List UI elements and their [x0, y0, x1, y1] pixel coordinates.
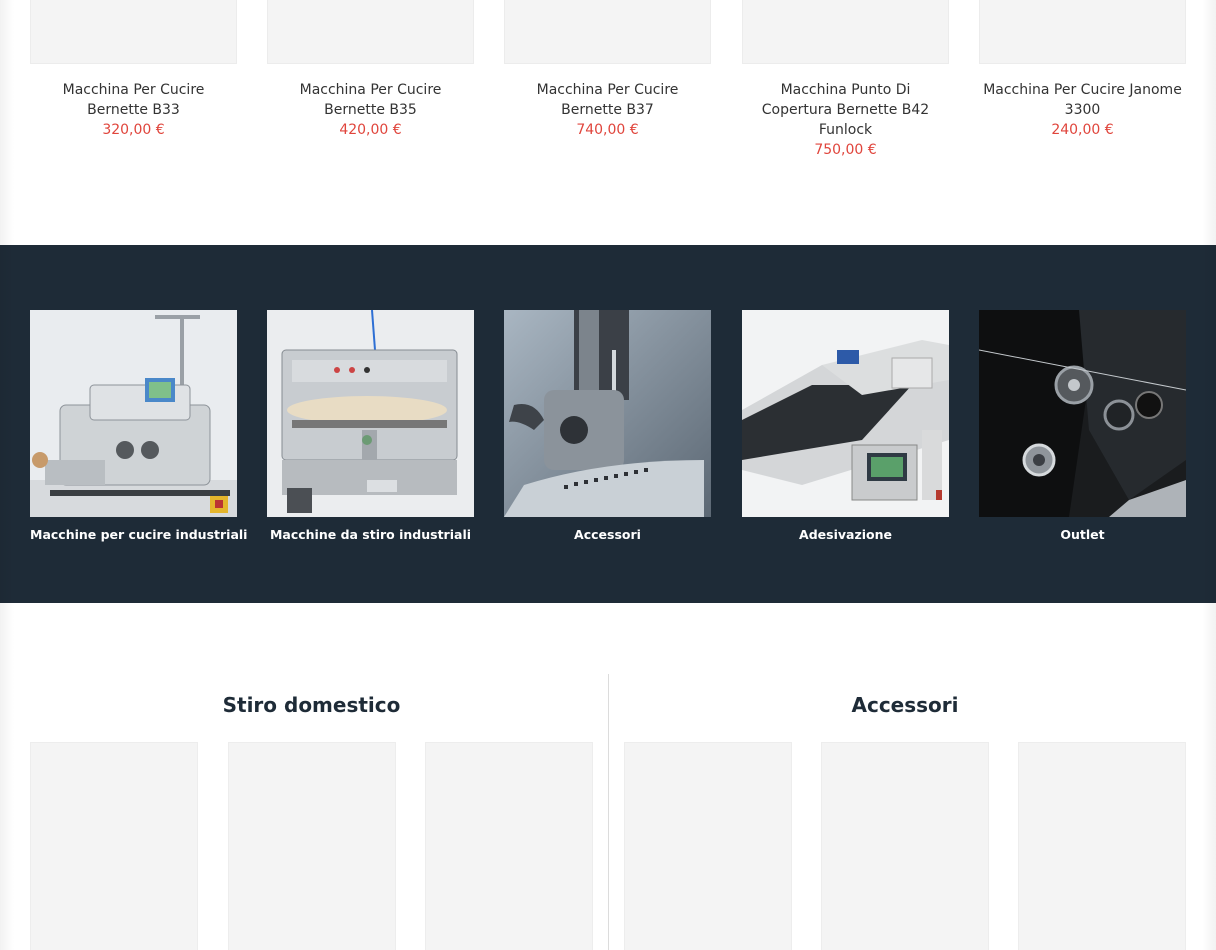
category-label[interactable]: Macchine da stiro industriali — [267, 527, 474, 542]
product-tile[interactable] — [425, 742, 593, 950]
product-title[interactable]: Macchina Per Cucire Janome 3300 — [979, 80, 1186, 120]
product-image[interactable] — [504, 0, 711, 64]
product-title[interactable]: Macchina Punto Di Copertura Bernette B42… — [742, 80, 949, 140]
product-tile[interactable] — [228, 742, 396, 950]
product-tile[interactable] — [30, 742, 198, 950]
presser-foot-image[interactable] — [504, 310, 711, 517]
product-title[interactable]: Macchina Per Cucire Bernette B33 — [30, 80, 237, 120]
product-title[interactable]: Macchina Per Cucire Bernette B35 — [267, 80, 474, 120]
section-divider — [608, 674, 609, 950]
category-adhesion[interactable]: Adesivazione — [742, 310, 949, 542]
product-tile[interactable] — [1018, 742, 1186, 950]
product-image[interactable] — [742, 0, 949, 64]
product-carousel: Macchina Per Cucire Bernette B33 320,00 … — [30, 0, 1186, 245]
category-outlet[interactable]: Outlet — [979, 310, 1186, 542]
product-price: 420,00 € — [339, 122, 402, 138]
industrial-sewing-machine-image[interactable] — [30, 310, 237, 517]
product-card[interactable]: Macchina Per Cucire Bernette B37 740,00 … — [504, 0, 711, 140]
product-image[interactable] — [267, 0, 474, 64]
category-label[interactable]: Outlet — [979, 527, 1186, 542]
product-price: 750,00 € — [814, 142, 877, 158]
product-price: 240,00 € — [1051, 122, 1114, 138]
product-price: 320,00 € — [102, 122, 165, 138]
product-card[interactable]: Macchina Per Cucire Janome 3300 240,00 € — [979, 0, 1186, 140]
industrial-ironing-press-image[interactable] — [267, 310, 474, 517]
product-tile[interactable] — [821, 742, 989, 950]
product-image[interactable] — [30, 0, 237, 64]
category-accessories[interactable]: Accessori — [504, 310, 711, 542]
category-band: Macchine per cucire industriali Macchine… — [0, 245, 1216, 603]
category-industrial-sewing[interactable]: Macchine per cucire industriali — [30, 310, 247, 542]
category-label[interactable]: Adesivazione — [742, 527, 949, 542]
product-card[interactable]: Macchina Per Cucire Bernette B35 420,00 … — [267, 0, 474, 140]
product-card[interactable]: Macchina Punto Di Copertura Bernette B42… — [742, 0, 949, 160]
fusing-machine-image[interactable] — [742, 310, 949, 517]
featured-sections: Stiro domestico Accessori — [0, 603, 1216, 950]
category-label[interactable]: Accessori — [504, 527, 711, 542]
product-price: 740,00 € — [576, 122, 639, 138]
product-image[interactable] — [979, 0, 1186, 64]
category-label[interactable]: Macchine per cucire industriali — [30, 527, 247, 542]
section-title-accessories: Accessori — [851, 693, 959, 717]
product-card[interactable]: Macchina Per Cucire Bernette B33 320,00 … — [30, 0, 237, 140]
machine-closeup-image[interactable] — [979, 310, 1186, 517]
product-tile[interactable] — [624, 742, 792, 950]
product-title[interactable]: Macchina Per Cucire Bernette B37 — [504, 80, 711, 120]
section-title-home-ironing: Stiro domestico — [222, 693, 401, 717]
category-industrial-ironing[interactable]: Macchine da stiro industriali — [267, 310, 474, 542]
